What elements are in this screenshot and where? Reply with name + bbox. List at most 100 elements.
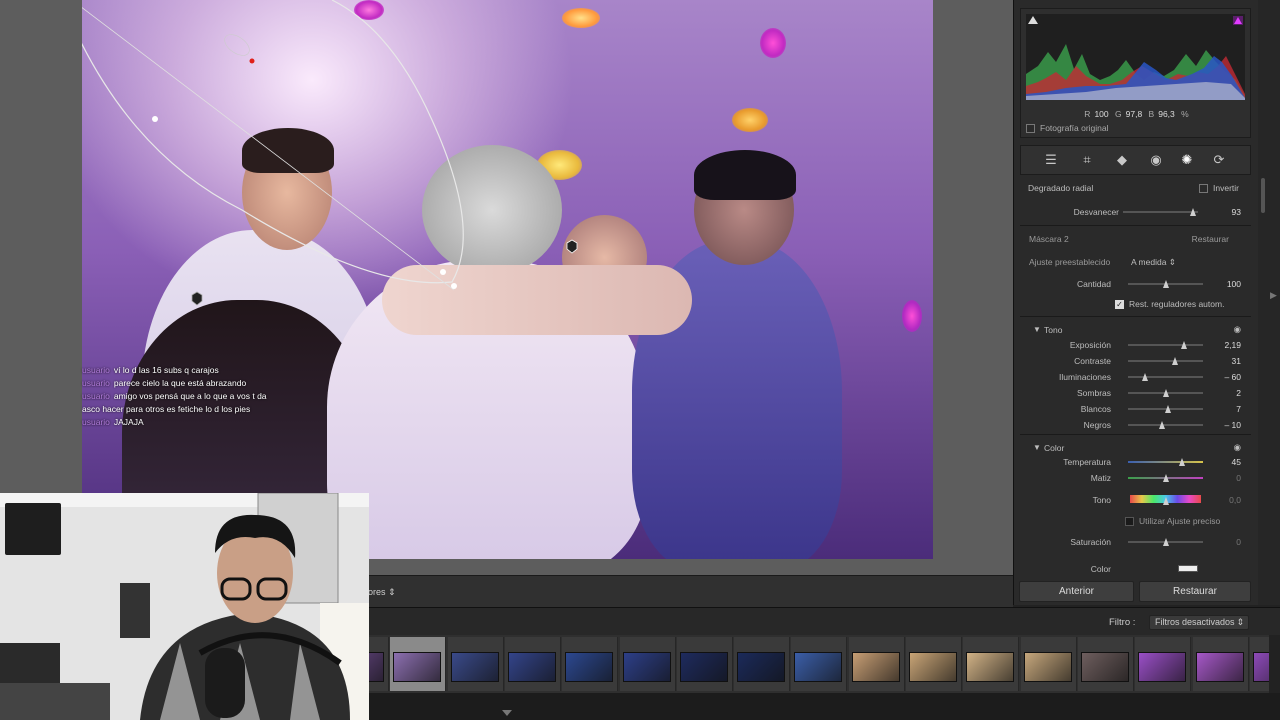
filmstrip-cell[interactable] [504, 637, 561, 691]
temperature-track[interactable] [1128, 458, 1203, 466]
saturation-thumb[interactable] [1162, 538, 1169, 546]
filmstrip-cell[interactable] [562, 637, 619, 691]
hue-slider-row[interactable]: Tono 0,0 [1020, 492, 1251, 508]
tone-slider-thumb[interactable] [1141, 373, 1148, 381]
filmstrip-thumbnail[interactable] [622, 652, 671, 682]
filmstrip-thumbnail[interactable] [1252, 652, 1269, 682]
mask-handle[interactable] [451, 283, 457, 289]
filmstrip-cell[interactable] [734, 637, 791, 691]
eye-icon[interactable]: ◉ [1234, 324, 1241, 335]
filmstrip-thumbnail[interactable] [966, 652, 1015, 682]
amount-track[interactable] [1128, 280, 1203, 288]
tone-slider-row[interactable]: Exposición 2,19 [1020, 337, 1251, 353]
color-swatch-row[interactable]: Color [1020, 561, 1251, 577]
filmstrip-cell[interactable] [963, 637, 1020, 691]
auto-reset-checkbox[interactable]: ✓ Rest. reguladores autom. [1115, 299, 1224, 310]
original-photo-toggle[interactable]: Fotografía original [1026, 123, 1109, 134]
saturation-slider-row[interactable]: Saturación 0 [1020, 534, 1251, 550]
tone-slider-track[interactable] [1128, 341, 1203, 349]
filmstrip-cell[interactable] [447, 637, 504, 691]
temperature-value[interactable]: 45 [1232, 457, 1241, 467]
filmstrip-cell[interactable] [1249, 637, 1269, 691]
feather-thumb[interactable] [1189, 208, 1196, 216]
filmstrip-thumbnail[interactable] [565, 652, 614, 682]
tone-slider-thumb[interactable] [1163, 389, 1170, 397]
mask-restore-button[interactable]: Restaurar [1192, 234, 1229, 244]
panel-collapse-arrow-icon[interactable]: ▶ [1270, 290, 1277, 301]
fine-adjust-checkbox[interactable]: Utilizar Ajuste preciso [1125, 516, 1220, 527]
filmstrip-cell[interactable] [369, 637, 389, 691]
tone-slider-row[interactable]: Blancos 7 [1020, 401, 1251, 417]
tone-slider-thumb[interactable] [1164, 405, 1171, 413]
feather-slider-row[interactable]: Desvanecer 93 [1020, 204, 1251, 220]
eye-icon[interactable]: ◉ [1234, 442, 1241, 453]
tone-slider-track[interactable] [1128, 405, 1203, 413]
filmstrip-cell[interactable] [1020, 637, 1077, 691]
filmstrip-cell[interactable] [1192, 637, 1249, 691]
tone-slider-row[interactable]: Negros – 10 [1020, 417, 1251, 433]
feather-track[interactable] [1123, 208, 1198, 216]
temperature-slider-row[interactable]: Temperatura 45 [1020, 454, 1251, 470]
tone-slider-thumb[interactable] [1172, 357, 1179, 365]
amount-slider-row[interactable]: Cantidad 100 [1020, 276, 1251, 292]
filmstrip-thumbnail[interactable] [1023, 652, 1072, 682]
panel-scroll-track[interactable] [1258, 0, 1280, 605]
crop-icon[interactable]: ⌗ [1079, 152, 1095, 168]
sliders-icon[interactable]: ☰ [1043, 152, 1059, 168]
tint-slider-row[interactable]: Matiz 0 [1020, 470, 1251, 486]
tone-slider-value[interactable]: 7 [1236, 404, 1241, 414]
radial-mask-outline[interactable] [82, 0, 464, 284]
filmstrip-thumbnail[interactable] [679, 652, 728, 682]
mask-handle[interactable] [152, 116, 158, 122]
tone-slider-row[interactable]: Iluminaciones – 60 [1020, 369, 1251, 385]
filmstrip-thumbnail[interactable] [369, 652, 384, 682]
tone-slider-track[interactable] [1128, 389, 1203, 397]
tint-thumb[interactable] [1162, 474, 1169, 482]
preset-select[interactable]: A medida ⇕ [1131, 257, 1176, 268]
previous-button[interactable]: Anterior [1019, 581, 1134, 602]
edited-photo[interactable] [82, 0, 933, 559]
saturation-value[interactable]: 0 [1236, 537, 1241, 547]
tone-slider-value[interactable]: – 60 [1224, 372, 1241, 382]
temperature-thumb[interactable] [1179, 458, 1185, 466]
tone-slider-value[interactable]: – 10 [1224, 420, 1241, 430]
toolbar-overlay-label[interactable]: ores ⇕ [368, 587, 396, 598]
amount-thumb[interactable] [1162, 280, 1169, 288]
filmstrip-thumbnail[interactable] [909, 652, 957, 682]
filmstrip-thumbnail[interactable] [450, 652, 499, 682]
filmstrip-thumbnail[interactable] [737, 652, 786, 682]
filmstrip-thumbnail[interactable] [851, 652, 900, 682]
tone-slider-value[interactable]: 31 [1232, 356, 1241, 366]
filmstrip-cell[interactable] [676, 637, 733, 691]
filter-select[interactable]: Filtros desactivados ⇕ [1149, 615, 1249, 630]
tint-value[interactable]: 0 [1236, 473, 1241, 483]
tint-track[interactable] [1128, 474, 1203, 482]
radial-mask-overlay[interactable] [82, 0, 933, 559]
hue-thumb[interactable] [1162, 497, 1169, 505]
filmstrip-cell[interactable] [848, 637, 905, 691]
filmstrip[interactable] [369, 635, 1269, 693]
tone-slider-thumb[interactable] [1158, 421, 1165, 429]
shadow-clipping-icon[interactable] [1028, 16, 1038, 24]
filmstrip-cell[interactable] [390, 637, 447, 691]
panel-scrollbar[interactable] [1261, 178, 1265, 213]
collapse-triangle-icon[interactable]: ▼ [1033, 325, 1041, 334]
mask-icon[interactable]: ✺ [1179, 152, 1195, 168]
tone-slider-thumb[interactable] [1181, 341, 1188, 349]
feather-value[interactable]: 93 [1232, 207, 1241, 217]
mask-rotate-handle[interactable] [249, 58, 255, 64]
tone-slider-track[interactable] [1128, 373, 1203, 381]
tone-slider-track[interactable] [1128, 421, 1203, 429]
filmstrip-cell[interactable] [906, 637, 962, 691]
mask-handle[interactable] [440, 269, 446, 275]
tone-slider-track[interactable] [1128, 357, 1203, 365]
tone-slider-row[interactable]: Sombras 2 [1020, 385, 1251, 401]
filmstrip-cell[interactable] [619, 637, 676, 691]
color-swatch[interactable] [1178, 565, 1198, 572]
filmstrip-thumbnail[interactable] [1195, 652, 1244, 682]
photo-canvas[interactable]: usuario ví lo d las 16 subs q carajos usu… [0, 0, 1013, 575]
redeye-icon[interactable]: ◉ [1148, 152, 1164, 168]
filmstrip-thumbnail[interactable] [794, 652, 843, 682]
show-panel-triangle-icon[interactable] [502, 710, 512, 716]
eraser-icon[interactable]: ◆ [1114, 152, 1130, 168]
